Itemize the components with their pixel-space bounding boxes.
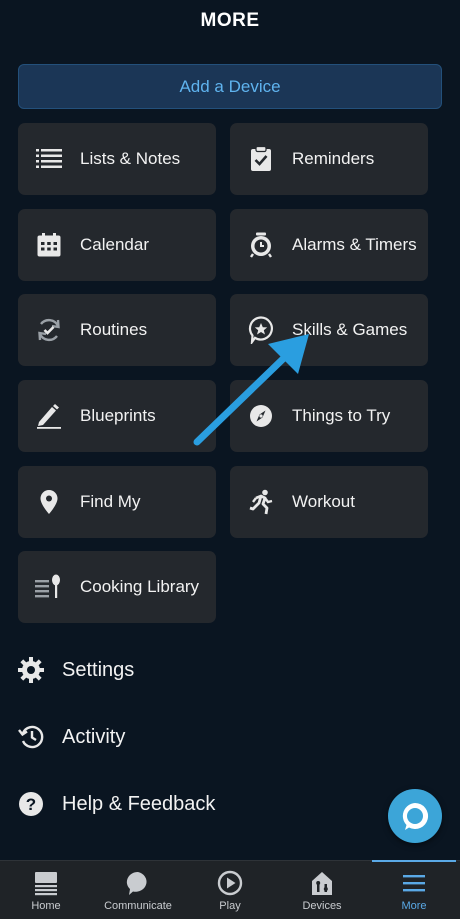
- nav-label: Play: [219, 900, 241, 912]
- calendar-icon: [18, 209, 80, 281]
- nav-label: More: [401, 900, 427, 912]
- alexa-icon: [402, 802, 429, 830]
- list-label: Settings: [62, 658, 135, 681]
- nav-label: Devices: [302, 900, 342, 912]
- tile-label: Workout: [292, 492, 355, 511]
- gear-icon: [0, 648, 62, 692]
- routines-icon: [18, 294, 80, 366]
- tile-workout[interactable]: Workout: [230, 466, 428, 538]
- tile-reminders[interactable]: Reminders: [230, 123, 428, 195]
- tile-cooking-library[interactable]: Cooking Library: [18, 551, 216, 623]
- tile-label: Cooking Library: [80, 577, 200, 596]
- tile-alarms-timers[interactable]: Alarms & Timers: [230, 209, 428, 281]
- add-device-button[interactable]: Add a Device: [18, 64, 442, 109]
- skills-star-icon: [230, 294, 292, 366]
- tile-lists-notes[interactable]: Lists & Notes: [18, 123, 216, 195]
- tile-label: Calendar: [80, 235, 149, 254]
- activity-link[interactable]: Activity: [0, 715, 380, 759]
- alarm-clock-icon: [230, 209, 292, 281]
- home-icon: [32, 869, 60, 897]
- tile-label: Skills & Games: [292, 320, 408, 339]
- clipboard-check-icon: [230, 123, 292, 195]
- list-label: Help & Feedback: [62, 792, 216, 815]
- cooking-icon: [18, 551, 80, 623]
- tile-label: Find My: [80, 492, 141, 511]
- play-icon: [216, 869, 244, 897]
- nav-label: Communicate: [104, 900, 172, 912]
- tile-blueprints[interactable]: Blueprints: [18, 380, 216, 452]
- tile-things-to-try[interactable]: Things to Try: [230, 380, 428, 452]
- alexa-button[interactable]: [388, 789, 442, 843]
- settings-link[interactable]: Settings: [0, 648, 380, 692]
- tile-find-my[interactable]: Find My: [18, 466, 216, 538]
- pencil-icon: [18, 380, 80, 452]
- tile-calendar[interactable]: Calendar: [18, 209, 216, 281]
- nav-devices[interactable]: Devices: [276, 861, 368, 919]
- tile-label: Lists & Notes: [80, 149, 181, 168]
- compass-icon: [230, 380, 292, 452]
- location-pin-icon: [18, 466, 80, 538]
- nav-more[interactable]: More: [368, 860, 460, 919]
- list-label: Activity: [62, 725, 126, 748]
- page-title: MORE: [200, 10, 260, 31]
- running-person-icon: [230, 466, 292, 538]
- nav-play[interactable]: Play: [184, 861, 276, 919]
- help-icon: ?: [0, 782, 62, 826]
- tile-skills-games[interactable]: Skills & Games: [230, 294, 428, 366]
- tile-label: Reminders: [292, 149, 375, 168]
- nav-communicate[interactable]: Communicate: [92, 861, 184, 919]
- svg-text:?: ?: [26, 795, 36, 814]
- tile-label: Things to Try: [292, 406, 391, 425]
- help-feedback-link[interactable]: ? Help & Feedback: [0, 782, 380, 826]
- nav-label: Home: [31, 900, 61, 912]
- list-icon: [18, 123, 80, 195]
- bottom-nav: Home Communicate Play Devices More: [0, 860, 460, 919]
- tile-label: Routines: [80, 320, 148, 339]
- tile-label: Blueprints: [80, 406, 156, 425]
- tile-label: Alarms & Timers: [292, 235, 417, 254]
- menu-icon: [400, 869, 428, 897]
- chat-bubble-icon: [124, 869, 152, 897]
- devices-icon: [308, 869, 336, 897]
- nav-home[interactable]: Home: [0, 861, 92, 919]
- tile-routines[interactable]: Routines: [18, 294, 216, 366]
- history-icon: [0, 715, 62, 759]
